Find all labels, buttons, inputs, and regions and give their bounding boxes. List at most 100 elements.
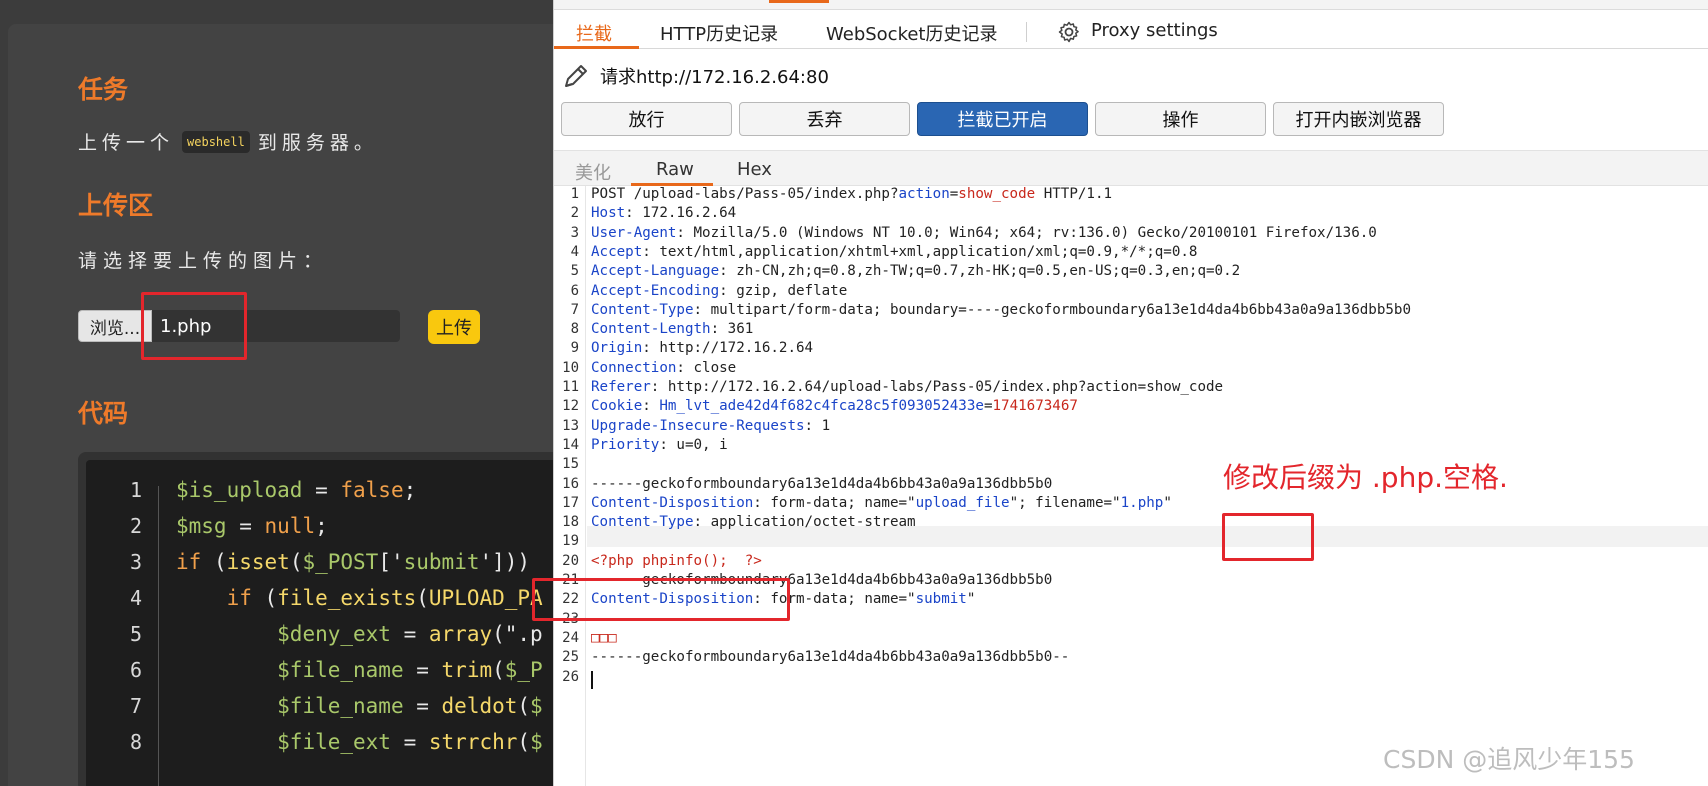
code-token: file_exists (277, 586, 417, 610)
request-line: □□□ (591, 630, 617, 646)
request-token: : zh-CN,zh;q=0.8,zh-TW;q=0.7,zh-HK;q=0.5… (719, 263, 1241, 280)
request-editor[interactable]: 1 2 3 4 5 6 7 8 9 10 11 12 13 14 15 16 17 18 19 20 21 22 23 24 2… (554, 186, 1708, 786)
request-token: ------geckoformboundary6a13e1d4da4b6bb43… (591, 649, 1070, 666)
code-token: null (264, 514, 316, 538)
request-line: ------geckoformboundary6a13e1d4da4b6bb43… (591, 649, 1069, 665)
request-token: Priority (591, 436, 660, 453)
code-token: array (428, 622, 493, 646)
tab-hex[interactable]: Hex (737, 159, 772, 180)
code-token: $ (530, 694, 543, 718)
code-token: = (390, 730, 429, 754)
request-line: Origin: http://172.16.2.64 (591, 340, 813, 356)
code-gutter: 1 2 3 4 5 6 7 8 (100, 472, 142, 760)
forward-button[interactable]: 放行 (561, 102, 732, 136)
choose-file-label: 请选择要上传的图片： (78, 250, 329, 272)
request-target-row: 请求http://172.16.2.64:80 (562, 62, 829, 90)
request-token: Content-Disposition (591, 494, 754, 511)
tab-raw[interactable]: Raw (656, 159, 694, 180)
code-line: if (file_exists(UPLOAD_PA (176, 580, 543, 616)
code-token: if (226, 586, 252, 610)
code-token: ( (289, 550, 303, 574)
request-token: : u=0, i (659, 436, 728, 453)
tab-pretty[interactable]: 美化 (575, 159, 611, 185)
request-token: " (966, 591, 976, 608)
editor-line-number: 25 (562, 649, 579, 666)
request-token: "; filename=" (1009, 494, 1121, 511)
request-line: ------geckoformboundary6a13e1d4da4b6bb43… (591, 476, 1052, 492)
code-token: deldot (441, 694, 518, 718)
active-main-tab-indicator (769, 0, 829, 3)
request-token: " (1163, 494, 1172, 511)
request-token: : 172.16.2.64 (625, 205, 737, 222)
request-token: : form-data; name=" (753, 494, 916, 511)
request-token: User-Agent (591, 224, 677, 241)
webshell-chip: webshell (182, 130, 250, 153)
code-line: $deny_ext = array(".p (176, 616, 543, 652)
request-token: action (898, 186, 950, 202)
request-token: Content-Length (591, 321, 711, 338)
editor-line-number: 19 (562, 533, 579, 550)
request-token: = (949, 186, 959, 202)
code-token: false (340, 478, 404, 502)
tab-intercept[interactable]: 拦截 (576, 20, 612, 46)
code-token: (".p (492, 622, 543, 646)
request-token: upload_file (915, 494, 1010, 511)
request-token: : text/html,application/xhtml+xml,applic… (642, 243, 1198, 260)
code-token: if (176, 550, 202, 574)
code-token: submit (403, 550, 480, 574)
code-token: [' (378, 550, 404, 574)
request-token: Accept-Language (591, 263, 720, 280)
code-line: $file_name = deldot($ (176, 688, 543, 724)
code-line-number: 5 (129, 622, 142, 646)
editor-line-number: 26 (562, 668, 579, 685)
code-token: = (403, 658, 442, 682)
tab-http-history[interactable]: HTTP历史记录 (660, 20, 778, 46)
tab-proxy-settings[interactable]: Proxy settings (1091, 20, 1218, 41)
code-token: ( (492, 658, 505, 682)
upload-button[interactable]: 上传 (428, 310, 480, 344)
request-token: Connection (591, 359, 677, 376)
task-suffix: 到服务器。 (257, 132, 378, 154)
editor-line-number: 10 (562, 359, 579, 376)
intercept-on-button[interactable]: 拦截已开启 (917, 102, 1088, 136)
code-token: $_P (504, 658, 543, 682)
request-line: Referer: http://172.16.2.64/upload-labs/… (591, 379, 1223, 395)
editor-line-number: 11 (562, 379, 579, 395)
highlight-box-filename (141, 292, 247, 360)
upload-heading: 上传区 (78, 191, 154, 220)
highlight-box-php-payload (532, 578, 790, 621)
code-token: $file_name (277, 694, 404, 718)
action-button[interactable]: 操作 (1095, 102, 1266, 136)
task-prefix: 上传一个 (78, 132, 175, 154)
code-line: $file_ext = strrchr($ (176, 724, 543, 760)
code-token: $msg (176, 514, 227, 538)
gear-icon[interactable] (1057, 20, 1081, 44)
request-line: User-Agent: Mozilla/5.0 (Windows NT 10.0… (591, 225, 1377, 241)
tab-websocket-history[interactable]: WebSocket历史记录 (826, 20, 998, 46)
editor-line-number: 7 (570, 301, 579, 318)
drop-button[interactable]: 丢弃 (739, 102, 910, 136)
request-token: show_code (958, 186, 1036, 202)
code-heading: 代码 (78, 399, 129, 428)
code-token: ( (251, 586, 278, 610)
editor-line-number: 5 (570, 263, 579, 280)
request-line: Connection: close (591, 360, 736, 376)
code-line-number: 1 (129, 478, 142, 502)
open-browser-button[interactable]: 打开内嵌浏览器 (1273, 102, 1444, 136)
request-token: Content-Type (591, 301, 694, 318)
code-token: ( (517, 730, 531, 754)
request-token: : Mozilla/5.0 (Windows NT 10.0; Win64; x… (676, 224, 1377, 241)
request-token: : http://172.16.2.64 (642, 340, 814, 357)
code-line: $is_upload = false; (176, 472, 543, 508)
code-line-number: 6 (129, 658, 142, 682)
request-token: <?php phpinfo(); ?> (591, 552, 762, 569)
editor-line-number: 1 (570, 186, 579, 202)
code-token: ( (517, 694, 531, 718)
request-token: Upgrade-Insecure-Requests (591, 417, 805, 434)
code-token: $_POST (302, 550, 379, 574)
editor-line-number: 16 (562, 475, 579, 492)
request-line: Accept-Encoding: gzip, deflate (591, 283, 847, 299)
